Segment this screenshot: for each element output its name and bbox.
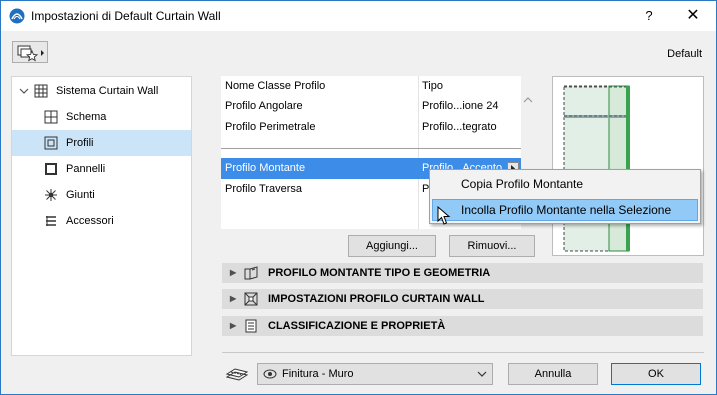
schema-icon — [44, 110, 58, 124]
footer-divider — [222, 352, 704, 353]
menu-item-label: Incolla Profilo Montante nella Selezione — [461, 203, 672, 217]
section-label: CLASSIFICAZIONE E PROPRIETÀ — [268, 320, 446, 332]
remove-button[interactable]: Rimuovi... — [449, 235, 535, 257]
tree-item-label: Schema — [66, 111, 107, 123]
curtain-wall-preview — [552, 76, 704, 256]
list-header-row: Nome Classe Profilo Tipo — [221, 76, 521, 97]
section-profile-type-geometry[interactable]: ▶ PROFILO MONTANTE TIPO E GEOMETRIA — [222, 263, 703, 283]
scroll-up-icon[interactable] — [523, 96, 533, 104]
section-classification-properties[interactable]: ▶ CLASSIFICAZIONE E PROPRIETÀ — [222, 316, 703, 336]
column-header-type[interactable]: Tipo — [422, 76, 443, 97]
close-button[interactable]: ✕ — [671, 1, 715, 31]
tree-item-pannelli[interactable]: Pannelli — [12, 156, 191, 182]
accessory-icon — [46, 216, 56, 226]
curtain-wall-grid-icon — [34, 84, 48, 98]
expand-arrow-icon[interactable]: ▶ — [230, 321, 236, 330]
row-type: Profilo...tegrato — [422, 121, 497, 133]
dialog-window: Impostazioni di Default Curtain Wall ? ✕… — [0, 0, 717, 395]
window-title: Impostazioni di Default Curtain Wall — [31, 9, 221, 23]
favorites-button[interactable] — [12, 41, 48, 63]
tree-root-curtain-wall-system[interactable]: Sistema Curtain Wall — [12, 78, 191, 104]
section-label: IMPOSTAZIONI PROFILO CURTAIN WALL — [268, 293, 485, 305]
title-bar: Impostazioni di Default Curtain Wall ? ✕ — [1, 1, 716, 31]
favorites-icon — [17, 45, 44, 62]
settings-tree: Sistema Curtain Wall Schema Profili Pann… — [11, 76, 192, 356]
add-button[interactable]: Aggiungi... — [348, 235, 436, 257]
surface-finish-value: Finitura - Muro — [282, 368, 354, 380]
default-label: Default — [667, 48, 702, 60]
table-row[interactable]: Profilo Perimetrale Profilo...tegrato — [221, 117, 521, 138]
tree-item-giunti[interactable]: Giunti — [12, 182, 191, 208]
row-name: Profilo Angolare — [225, 100, 303, 112]
row-type: Profilo...ione 24 — [422, 100, 499, 112]
cancel-button[interactable]: Annulla — [508, 363, 598, 385]
row-name: Profilo Traversa — [225, 183, 303, 195]
section-curtain-wall-profile-settings[interactable]: ▶ IMPOSTAZIONI PROFILO CURTAIN WALL — [222, 289, 703, 309]
archicad-app-icon — [9, 8, 25, 24]
profile-geometry-icon — [244, 266, 258, 280]
document-list-icon — [245, 319, 257, 333]
tree-item-label: Pannelli — [66, 163, 106, 175]
menu-item-copy-profile[interactable]: Copia Profilo Montante — [432, 173, 698, 195]
junction-icon — [45, 189, 57, 201]
column-header-name[interactable]: Nome Classe Profilo — [225, 76, 325, 97]
tree-item-label: Profili — [66, 137, 94, 149]
expand-arrow-icon[interactable]: ▶ — [230, 268, 236, 277]
tree-item-schema[interactable]: Schema — [12, 104, 191, 130]
tree-item-profili[interactable]: Profili — [12, 130, 191, 156]
panel-icon — [45, 163, 57, 175]
expand-arrow-icon[interactable]: ▶ — [230, 294, 236, 303]
tree-item-accessori[interactable]: Accessori — [12, 208, 191, 234]
eye-icon — [263, 369, 277, 379]
help-button[interactable]: ? — [627, 1, 671, 31]
surface-layers-icon — [225, 368, 249, 381]
row-name: Profilo Perimetrale — [225, 121, 316, 133]
menu-item-label: Copia Profilo Montante — [461, 177, 584, 191]
chevron-down-icon — [477, 371, 487, 377]
section-label: PROFILO MONTANTE TIPO E GEOMETRIA — [268, 267, 491, 279]
profile-icon — [44, 136, 58, 150]
tree-item-label: Giunti — [66, 189, 95, 201]
mouse-cursor-icon — [437, 206, 451, 225]
curtain-wall-preview-drawing — [563, 85, 630, 252]
menu-item-paste-profile[interactable]: Incolla Profilo Montante nella Selezione — [432, 199, 698, 221]
list-separator — [221, 148, 521, 149]
context-menu: Copia Profilo Montante Incolla Profilo M… — [429, 169, 701, 224]
tree-root-label: Sistema Curtain Wall — [56, 85, 159, 97]
profile-settings-icon — [244, 292, 258, 306]
chevron-down-icon[interactable] — [19, 87, 29, 95]
tree-item-label: Accessori — [66, 215, 114, 227]
surface-finish-dropdown[interactable]: Finitura - Muro — [257, 363, 493, 385]
table-row[interactable]: Profilo Angolare Profilo...ione 24 — [221, 96, 521, 117]
row-name: Profilo Montante — [225, 162, 306, 174]
ok-button[interactable]: OK — [611, 363, 701, 385]
